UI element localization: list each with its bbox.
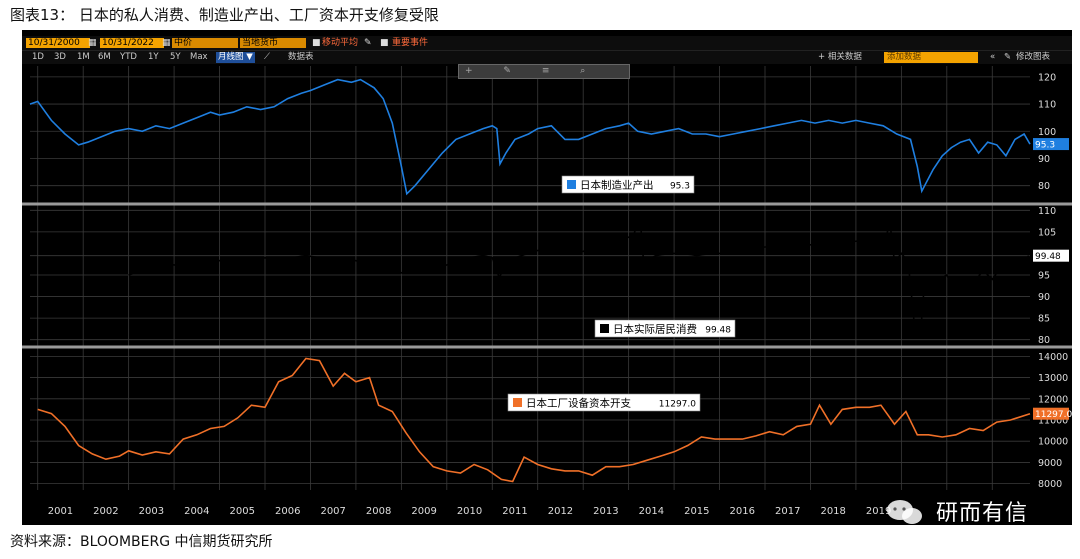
calendar-icon[interactable]: ▦: [162, 38, 171, 48]
x-tick-label: 2005: [230, 506, 255, 517]
line-chart-icon[interactable]: ⟋: [264, 52, 270, 63]
x-tick-label: 2002: [93, 506, 118, 517]
currency-select[interactable]: 当地货币: [240, 38, 306, 48]
period-1y[interactable]: 1Y: [148, 52, 159, 63]
x-tick-label: 2001: [48, 506, 73, 517]
legend-swatch: [600, 324, 609, 333]
y-tick-label: 9000: [1038, 458, 1062, 469]
figure-title: 图表13： 日本的私人消费、制造业产出、工厂资本开支修复受限: [10, 6, 439, 24]
legend-series-name: 日本制造业产出: [580, 179, 654, 192]
chart-canvas: 80 90 100 110 120 95.3 日本制造业产出 95.3 80 85 90 95 105 1…: [22, 66, 1072, 525]
x-tick-label: 2007: [320, 506, 345, 517]
legend-last-value: 11297.0: [659, 400, 696, 410]
x-tick-label: 2014: [639, 506, 664, 517]
wrench-icon[interactable]: ✎: [1004, 52, 1011, 63]
start-date-input[interactable]: 10/31/2000: [26, 38, 90, 48]
legend-swatch: [567, 180, 576, 189]
x-tick-label: 2006: [275, 506, 300, 517]
y-tick-label: 8000: [1038, 479, 1062, 490]
y-tick-label: 120: [1038, 72, 1056, 83]
related-data-button[interactable]: + 相关数据: [818, 52, 862, 63]
y-tick-label: 80: [1038, 335, 1050, 346]
legend-last-value: 95.3: [670, 182, 690, 192]
period-5y[interactable]: 5Y: [170, 52, 181, 63]
series-line: [29, 78, 1031, 196]
pencil-icon[interactable]: ✎: [364, 38, 372, 48]
toolbar-periods: 1D 3D 1M 6M YTD 1Y 5Y Max 月线图 ▼ ⟋ 数据表 + …: [22, 51, 1072, 64]
moving-average-toggle[interactable]: ■: [312, 38, 321, 48]
y-tick-label: 80: [1038, 181, 1050, 192]
x-tick-label: 2012: [548, 506, 573, 517]
pencil-icon[interactable]: ✎: [503, 66, 511, 76]
y-tick-label: 12000: [1038, 394, 1068, 405]
watermark: 研而有信: [936, 501, 1029, 526]
add-data-input[interactable]: 添加数据: [884, 52, 978, 63]
y-tick-label: 90: [1038, 292, 1050, 303]
source-note: 资料来源：BLOOMBERG 中信期货研究所: [10, 534, 273, 550]
events-toggle[interactable]: ■: [380, 38, 389, 48]
data-table-button[interactable]: 数据表: [288, 52, 314, 63]
x-tick-label: 2004: [184, 506, 209, 517]
last-value-label: 99.48: [1035, 252, 1061, 262]
price-field-select[interactable]: 中价: [172, 38, 238, 48]
x-tick-label: 2017: [775, 506, 800, 517]
y-tick-label: 10000: [1038, 437, 1068, 448]
plus-icon[interactable]: +: [465, 66, 473, 76]
y-tick-label: 85: [1038, 314, 1050, 325]
period-3d[interactable]: 3D: [54, 52, 66, 63]
toolbar-top: 10/31/2000 ▦ - 10/31/2022 ▦ 中价 当地货币 ■ 移动…: [22, 36, 1072, 51]
y-tick-label: 13000: [1038, 373, 1068, 384]
period-6m[interactable]: 6M: [98, 52, 111, 63]
y-tick-label: 105: [1038, 227, 1056, 238]
chart-type-select[interactable]: 月线图 ▼: [216, 52, 255, 63]
x-tick-label: 2010: [457, 506, 482, 517]
y-tick-label: 110: [1038, 206, 1056, 217]
legend-swatch: [513, 398, 522, 407]
last-value-label: 95.3: [1035, 141, 1055, 151]
legend-series-name: 日本工厂设备资本开支: [526, 397, 631, 410]
lines-icon[interactable]: ≡: [542, 66, 550, 76]
moving-average-label[interactable]: 移动平均: [322, 38, 358, 48]
last-value-label: 11297.0: [1035, 410, 1072, 420]
add-data-placeholder: 添加数据: [884, 52, 978, 63]
legend-last-value: 99.48: [705, 326, 731, 336]
period-ytd[interactable]: YTD: [120, 52, 137, 63]
x-tick-label: 2018: [820, 506, 845, 517]
y-tick-label: 100: [1038, 127, 1056, 138]
x-tick-label: 2003: [139, 506, 164, 517]
end-date-input[interactable]: 10/31/2022: [100, 38, 164, 48]
legend-series-name: 日本实际居民消费: [613, 323, 697, 336]
x-tick-label: 2015: [684, 506, 709, 517]
collapse-icon[interactable]: «: [990, 52, 995, 63]
events-label[interactable]: 重要事件: [392, 38, 428, 48]
panel-divider: [22, 202, 1072, 206]
period-1m[interactable]: 1M: [77, 52, 90, 63]
panel-divider: [22, 345, 1072, 349]
x-tick-label: 2008: [366, 506, 391, 517]
chart-type-label: 月线图: [218, 52, 244, 62]
edit-chart-button[interactable]: 修改图表: [1016, 52, 1050, 63]
y-tick-label: 90: [1038, 154, 1050, 165]
y-tick-label: 14000: [1038, 352, 1068, 363]
zoom-icon[interactable]: ⌕: [580, 66, 585, 76]
y-tick-label: 110: [1038, 100, 1056, 111]
floating-toolbar[interactable]: + ✎ ≡ ⌕: [458, 64, 630, 79]
period-max[interactable]: Max: [190, 52, 208, 63]
x-tick-label: 2011: [502, 506, 527, 517]
x-tick-label: 2013: [593, 506, 618, 517]
chart-terminal: 80 90 100 110 120 95.3 日本制造业产出 95.3 80 85 90 95 105 1…: [22, 30, 1072, 525]
x-tick-label: 2009: [411, 506, 436, 517]
x-tick-label: 2016: [730, 506, 755, 517]
y-tick-label: 95: [1038, 271, 1050, 282]
period-1d[interactable]: 1D: [32, 52, 44, 63]
